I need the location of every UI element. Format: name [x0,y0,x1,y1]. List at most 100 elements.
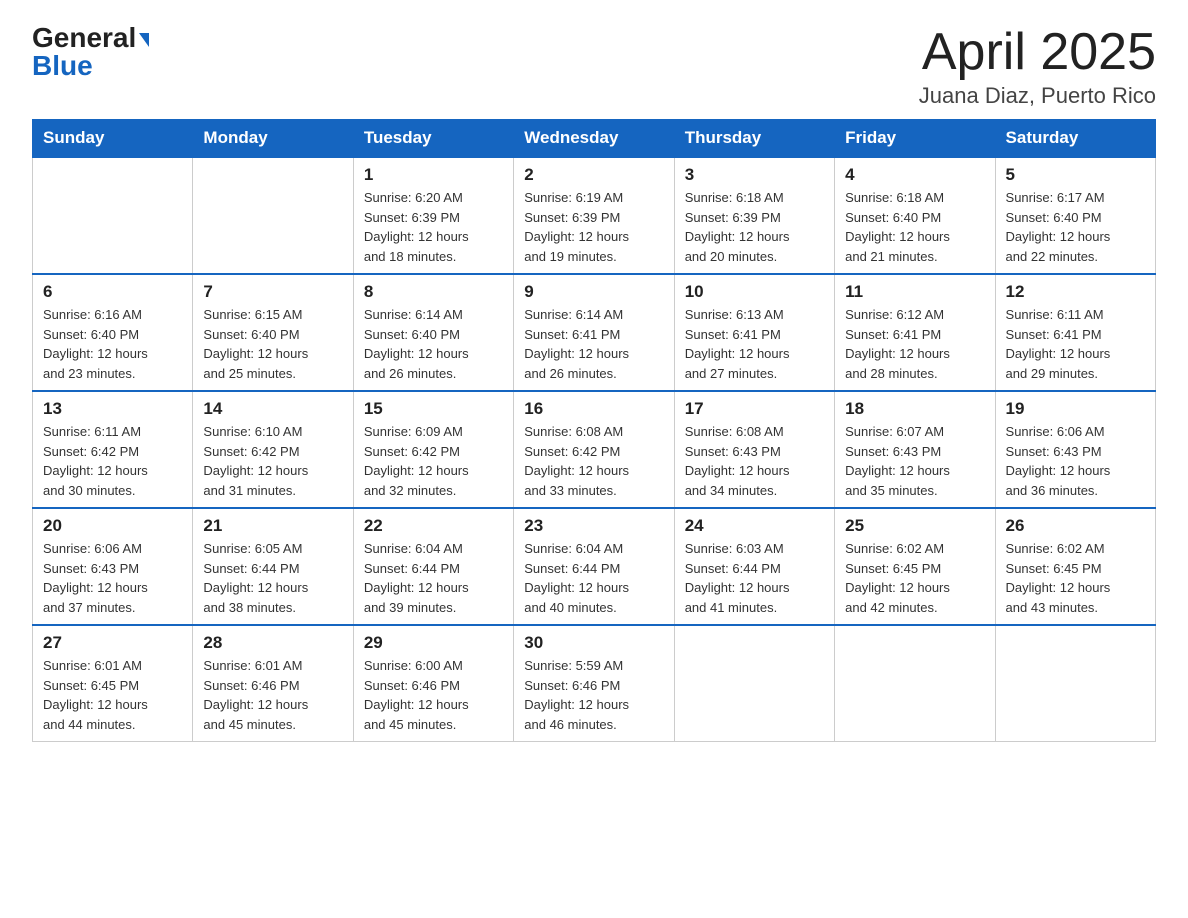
calendar-week-4: 20Sunrise: 6:06 AM Sunset: 6:43 PM Dayli… [33,508,1156,625]
calendar-cell: 7Sunrise: 6:15 AM Sunset: 6:40 PM Daylig… [193,274,353,391]
day-detail: Sunrise: 6:10 AM Sunset: 6:42 PM Dayligh… [203,422,342,500]
column-header-wednesday: Wednesday [514,120,674,158]
day-detail: Sunrise: 6:11 AM Sunset: 6:41 PM Dayligh… [1006,305,1145,383]
location-title: Juana Diaz, Puerto Rico [919,83,1156,109]
day-detail: Sunrise: 6:06 AM Sunset: 6:43 PM Dayligh… [1006,422,1145,500]
calendar-cell [193,157,353,274]
day-detail: Sunrise: 6:14 AM Sunset: 6:41 PM Dayligh… [524,305,663,383]
calendar-cell: 26 Sunrise: 6:02 AM Sunset: 6:45 PM Dayli… [995,508,1155,625]
day-number: 7 [203,282,342,302]
day-number: 19 [1006,399,1145,419]
day-detail: Sunrise: 6:13 AM Sunset: 6:41 PM Dayligh… [685,305,824,383]
day-number: 6 [43,282,182,302]
day-number: 17 [685,399,824,419]
day-number: 4 [845,165,984,185]
day-detail: Sunrise: 6:09 AM Sunset: 6:42 PM Dayligh… [364,422,503,500]
day-number: 11 [845,282,984,302]
day-detail: Sunrise: 6:06 AM Sunset: 6:43 PM Dayligh… [43,539,182,617]
day-detail: Sunrise: 6:01 AM Sunset: 6:46 PM Dayligh… [203,656,342,734]
day-number: 16 [524,399,663,419]
calendar-cell: 16 Sunrise: 6:08 AM Sunset: 6:42 PM Dayli… [514,391,674,508]
day-number: 3 [685,165,824,185]
day-number: 1 [364,165,503,185]
calendar-cell: 11Sunrise: 6:12 AM Sunset: 6:41 PM Dayli… [835,274,995,391]
day-number: 24 [685,516,824,536]
day-detail: Sunrise: 6:04 AM Sunset: 6:44 PM Dayligh… [524,539,663,617]
day-number: 18 [845,399,984,419]
calendar-cell [835,625,995,742]
column-header-tuesday: Tuesday [353,120,513,158]
calendar-week-1: 1 Sunrise: 6:20 AM Sunset: 6:39 PM Daylig… [33,157,1156,274]
day-number: 28 [203,633,342,653]
column-header-thursday: Thursday [674,120,834,158]
calendar-cell: 27 Sunrise: 6:01 AM Sunset: 6:45 PM Dayli… [33,625,193,742]
calendar-cell: 13 Sunrise: 6:11 AM Sunset: 6:42 PM Dayli… [33,391,193,508]
logo-arrow-icon [139,33,149,47]
calendar-cell: 18Sunrise: 6:07 AM Sunset: 6:43 PM Dayli… [835,391,995,508]
calendar-cell: 22 Sunrise: 6:04 AM Sunset: 6:44 PM Dayli… [353,508,513,625]
page-header: General Blue April 2025 Juana Diaz, Puer… [32,24,1156,109]
day-detail: Sunrise: 6:11 AM Sunset: 6:42 PM Dayligh… [43,422,182,500]
month-title: April 2025 [919,24,1156,81]
day-number: 15 [364,399,503,419]
day-detail: Sunrise: 6:08 AM Sunset: 6:43 PM Dayligh… [685,422,824,500]
calendar-cell: 23 Sunrise: 6:04 AM Sunset: 6:44 PM Dayli… [514,508,674,625]
calendar-cell: 3 Sunrise: 6:18 AM Sunset: 6:39 PM Daylig… [674,157,834,274]
header-row: SundayMondayTuesdayWednesdayThursdayFrid… [33,120,1156,158]
day-detail: Sunrise: 6:18 AM Sunset: 6:40 PM Dayligh… [845,188,984,266]
day-number: 12 [1006,282,1145,302]
day-detail: Sunrise: 6:02 AM Sunset: 6:45 PM Dayligh… [1006,539,1145,617]
calendar-body: 1 Sunrise: 6:20 AM Sunset: 6:39 PM Daylig… [33,157,1156,742]
column-header-saturday: Saturday [995,120,1155,158]
day-detail: Sunrise: 6:04 AM Sunset: 6:44 PM Dayligh… [364,539,503,617]
day-number: 2 [524,165,663,185]
calendar-week-2: 6 Sunrise: 6:16 AM Sunset: 6:40 PM Daylig… [33,274,1156,391]
day-number: 9 [524,282,663,302]
calendar-cell [33,157,193,274]
calendar-cell: 2Sunrise: 6:19 AM Sunset: 6:39 PM Daylig… [514,157,674,274]
calendar-cell: 17 Sunrise: 6:08 AM Sunset: 6:43 PM Dayli… [674,391,834,508]
calendar-cell: 20Sunrise: 6:06 AM Sunset: 6:43 PM Dayli… [33,508,193,625]
calendar-cell: 5 Sunrise: 6:17 AM Sunset: 6:40 PM Daylig… [995,157,1155,274]
day-detail: Sunrise: 6:01 AM Sunset: 6:45 PM Dayligh… [43,656,182,734]
day-detail: Sunrise: 6:17 AM Sunset: 6:40 PM Dayligh… [1006,188,1145,266]
day-number: 14 [203,399,342,419]
calendar-cell: 29 Sunrise: 6:00 AM Sunset: 6:46 PM Dayli… [353,625,513,742]
day-number: 27 [43,633,182,653]
day-detail: Sunrise: 6:18 AM Sunset: 6:39 PM Dayligh… [685,188,824,266]
logo: General Blue [32,24,149,80]
calendar-cell: 15 Sunrise: 6:09 AM Sunset: 6:42 PM Dayli… [353,391,513,508]
title-block: April 2025 Juana Diaz, Puerto Rico [919,24,1156,109]
day-number: 5 [1006,165,1145,185]
day-number: 23 [524,516,663,536]
calendar-cell: 9 Sunrise: 6:14 AM Sunset: 6:41 PM Daylig… [514,274,674,391]
day-number: 22 [364,516,503,536]
calendar-cell: 19 Sunrise: 6:06 AM Sunset: 6:43 PM Dayli… [995,391,1155,508]
calendar-table: SundayMondayTuesdayWednesdayThursdayFrid… [32,119,1156,742]
day-detail: Sunrise: 6:08 AM Sunset: 6:42 PM Dayligh… [524,422,663,500]
day-number: 30 [524,633,663,653]
calendar-cell [674,625,834,742]
day-number: 25 [845,516,984,536]
day-number: 26 [1006,516,1145,536]
calendar-cell: 28 Sunrise: 6:01 AM Sunset: 6:46 PM Dayli… [193,625,353,742]
day-detail: Sunrise: 5:59 AM Sunset: 6:46 PM Dayligh… [524,656,663,734]
calendar-header: SundayMondayTuesdayWednesdayThursdayFrid… [33,120,1156,158]
day-detail: Sunrise: 6:14 AM Sunset: 6:40 PM Dayligh… [364,305,503,383]
day-number: 8 [364,282,503,302]
calendar-cell: 24Sunrise: 6:03 AM Sunset: 6:44 PM Dayli… [674,508,834,625]
day-detail: Sunrise: 6:00 AM Sunset: 6:46 PM Dayligh… [364,656,503,734]
day-detail: Sunrise: 6:05 AM Sunset: 6:44 PM Dayligh… [203,539,342,617]
day-detail: Sunrise: 6:16 AM Sunset: 6:40 PM Dayligh… [43,305,182,383]
column-header-friday: Friday [835,120,995,158]
day-number: 10 [685,282,824,302]
calendar-week-3: 13 Sunrise: 6:11 AM Sunset: 6:42 PM Dayli… [33,391,1156,508]
day-number: 29 [364,633,503,653]
day-detail: Sunrise: 6:20 AM Sunset: 6:39 PM Dayligh… [364,188,503,266]
day-number: 13 [43,399,182,419]
calendar-cell [995,625,1155,742]
day-detail: Sunrise: 6:02 AM Sunset: 6:45 PM Dayligh… [845,539,984,617]
calendar-cell: 6 Sunrise: 6:16 AM Sunset: 6:40 PM Daylig… [33,274,193,391]
calendar-cell: 30 Sunrise: 5:59 AM Sunset: 6:46 PM Dayli… [514,625,674,742]
column-header-monday: Monday [193,120,353,158]
